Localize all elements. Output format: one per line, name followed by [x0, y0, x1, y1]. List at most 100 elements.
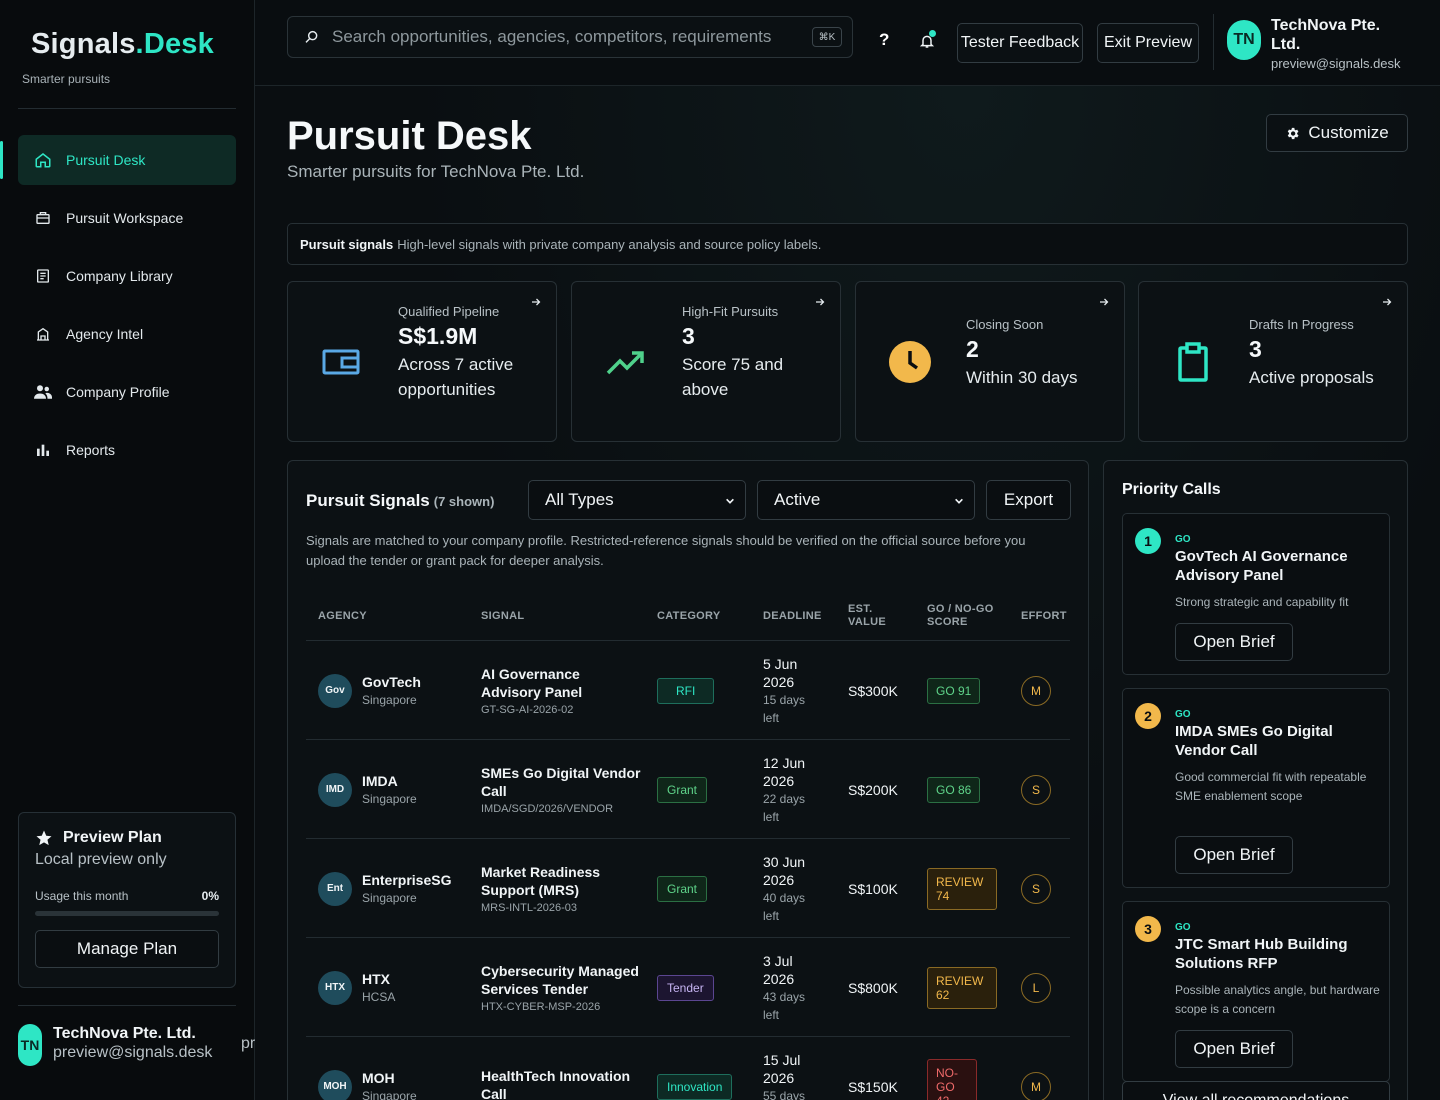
kpi-card-closing-soon[interactable]: Closing Soon 2 Within 30 days [855, 281, 1125, 442]
priority-rank: 1 [1135, 528, 1161, 554]
est-value: S$800K [848, 979, 898, 996]
est-value: S$200K [848, 781, 898, 798]
col-agency[interactable]: AGENCY [318, 591, 367, 641]
wallet-icon [320, 340, 364, 384]
deadline-date: 30 Jun 2026 [763, 853, 806, 888]
agency-badge: MOH [318, 1069, 352, 1100]
notifications-button[interactable] [919, 30, 936, 55]
deadline-cell: 15 Jul 2026 55 days left [763, 1037, 823, 1100]
type-filter-select[interactable]: All Types [528, 480, 746, 520]
effort-cell: M [1021, 1037, 1051, 1100]
arrow-right-icon [1100, 298, 1109, 306]
table-row[interactable]: Ent EnterpriseSG Singapore Market Readiness… [306, 839, 1070, 938]
shortcut-hint: ⌘K [812, 27, 842, 47]
sidebar-item-agency-intel[interactable]: Agency Intel [18, 309, 236, 359]
search-bar[interactable]: ⌘K [287, 16, 853, 58]
priority-item[interactable]: 2 GO IMDA SMEs Go Digital Vendor Call Go… [1122, 688, 1390, 888]
open-brief-button[interactable]: Open Brief [1175, 836, 1293, 874]
export-button[interactable]: Export [986, 480, 1071, 520]
sidebar-item-company-library[interactable]: Company Library [18, 251, 236, 301]
col-effort[interactable]: EFFORT [1021, 591, 1067, 641]
brand-logo[interactable]: Signals.Desk [31, 28, 214, 61]
signal-title[interactable]: AI Governance Advisory Panel [481, 665, 641, 701]
agency-name: MOH [362, 1070, 395, 1086]
category-cell: Innovation [657, 1037, 733, 1100]
star-icon [36, 830, 52, 846]
table-row[interactable]: HTX HTX HCSA Cybersecurity Managed Services… [306, 938, 1070, 1037]
value-cell: S$800K [848, 938, 898, 1037]
status-filter-select[interactable]: Active [757, 480, 975, 520]
col-category[interactable]: CATEGORY [657, 591, 721, 641]
effort-badge: L [1021, 972, 1051, 1003]
topbar-user[interactable]: TN TechNova Pte. Ltd. preview@signals.de… [1227, 16, 1401, 71]
help-button[interactable]: ? [879, 30, 889, 50]
col-est-value[interactable]: EST. VALUE [848, 591, 896, 641]
col-score[interactable]: GO / NO-GO SCORE [927, 591, 1003, 641]
signal-title[interactable]: HealthTech Innovation Call [481, 1067, 641, 1100]
signal-title[interactable]: SMEs Go Digital Vendor Call [481, 764, 641, 800]
brand-name-b: Desk [143, 28, 214, 60]
category-badge: Innovation [657, 1073, 733, 1100]
agency-badge: Ent [318, 871, 352, 906]
avatar: TN [18, 1024, 42, 1066]
signal-title[interactable]: Market Readiness Support (MRS) [481, 863, 641, 899]
sidebar: Signals.Desk Smarter pursuits Pursuit De… [0, 0, 400, 1100]
agency-name: GovTech [362, 674, 421, 690]
table-row[interactable]: MOH MOH Singapore HealthTech Innovation Cal… [306, 1037, 1070, 1100]
sidebar-item-reports[interactable]: Reports [18, 425, 236, 475]
sidebar-item-company-profile[interactable]: Company Profile [18, 367, 236, 417]
exit-preview-button[interactable]: Exit Preview [1097, 23, 1199, 63]
col-deadline[interactable]: DEADLINE [763, 591, 822, 641]
status-filter-value: Active [774, 490, 821, 509]
signal-cell: Market Readiness Support (MRS) MRS-INTL-2… [481, 839, 641, 938]
score-cell: GO 86 [927, 740, 981, 839]
tester-feedback-button[interactable]: Tester Feedback [957, 23, 1083, 63]
priority-desc: Strong strategic and capability fit [1175, 595, 1349, 609]
sidebar-item-pursuit-workspace[interactable]: Pursuit Workspace [18, 193, 236, 243]
sidebar-item-pursuit-desk[interactable]: Pursuit Desk [0, 135, 236, 185]
signal-title[interactable]: Cybersecurity Managed Services Tender [481, 962, 641, 998]
chevron-down-icon [955, 498, 963, 504]
kpi-card-qualified-pipeline[interactable]: Qualified Pipeline S$1.9M Across 7 activ… [287, 281, 557, 442]
table-row[interactable]: IMD IMDA Singapore SMEs Go Digital Vendor C… [306, 740, 1070, 839]
kpi-card-high-fit[interactable]: High-Fit Pursuits 3 Score 75 and above [571, 281, 841, 442]
score-cell: REVIEW 74 [927, 839, 997, 938]
open-brief-button[interactable]: Open Brief [1175, 623, 1293, 661]
gear-icon [1288, 127, 1299, 139]
col-signal[interactable]: SIGNAL [481, 591, 524, 641]
signal-ref: GT-SG-AI-2026-02 [481, 704, 574, 716]
page-title: Pursuit Desk [287, 114, 532, 158]
sidebar-user[interactable]: TN TechNova Pte. Ltd. preview@signals.de… [18, 1024, 212, 1066]
kpi-sub: Active proposals [1249, 368, 1374, 387]
clipboard-icon [1171, 340, 1215, 384]
users-icon [34, 383, 52, 401]
topbar-user-email: preview@signals.desk [1271, 56, 1401, 71]
priority-calls-title: Priority Calls [1122, 481, 1221, 498]
plan-title-text: Preview Plan [63, 829, 162, 846]
value-cell: S$150K [848, 1037, 898, 1100]
priority-item[interactable]: 3 GO JTC Smart Hub Building Solutions RF… [1122, 901, 1390, 1082]
priority-name: IMDA SMEs Go Digital Vendor Call [1175, 723, 1333, 759]
customize-button[interactable]: Customize [1266, 114, 1408, 152]
priority-item[interactable]: 1 GO GovTech AI Governance Advisory Pane… [1122, 513, 1390, 675]
kpi-card-drafts[interactable]: Drafts In Progress 3 Active proposals [1138, 281, 1408, 442]
open-brief-button[interactable]: Open Brief [1175, 1030, 1293, 1068]
deadline-cell: 5 Jun 2026 15 days left [763, 641, 823, 740]
priority-rank: 2 [1135, 703, 1161, 729]
page-subtitle: Smarter pursuits for TechNova Pte. Ltd. [287, 162, 585, 181]
topbar: ⌘K ? Tester Feedback Exit Preview TN Tec… [255, 0, 1440, 86]
usage-value: 0% [201, 889, 219, 903]
banner-strong: Pursuit signals [300, 236, 394, 252]
score-cell: GO 91 [927, 641, 981, 740]
manage-plan-button[interactable]: Manage Plan [35, 930, 219, 968]
chevron-down-icon [726, 498, 734, 504]
brand-dot: . [135, 28, 144, 60]
kpi-value: 3 [682, 323, 695, 349]
view-all-recommendations-button[interactable]: View all recommendations [1122, 1081, 1390, 1100]
agency-cell: Ent EnterpriseSG Singapore [318, 839, 451, 938]
value-cell: S$200K [848, 740, 898, 839]
sidebar-nav: Pursuit Desk Pursuit Workspace Company L… [0, 135, 236, 483]
table-row[interactable]: Gov GovTech Singapore AI Governance Advisor… [306, 641, 1070, 740]
sidebar-item-label: Pursuit Workspace [66, 210, 184, 226]
search-input[interactable] [332, 27, 812, 47]
